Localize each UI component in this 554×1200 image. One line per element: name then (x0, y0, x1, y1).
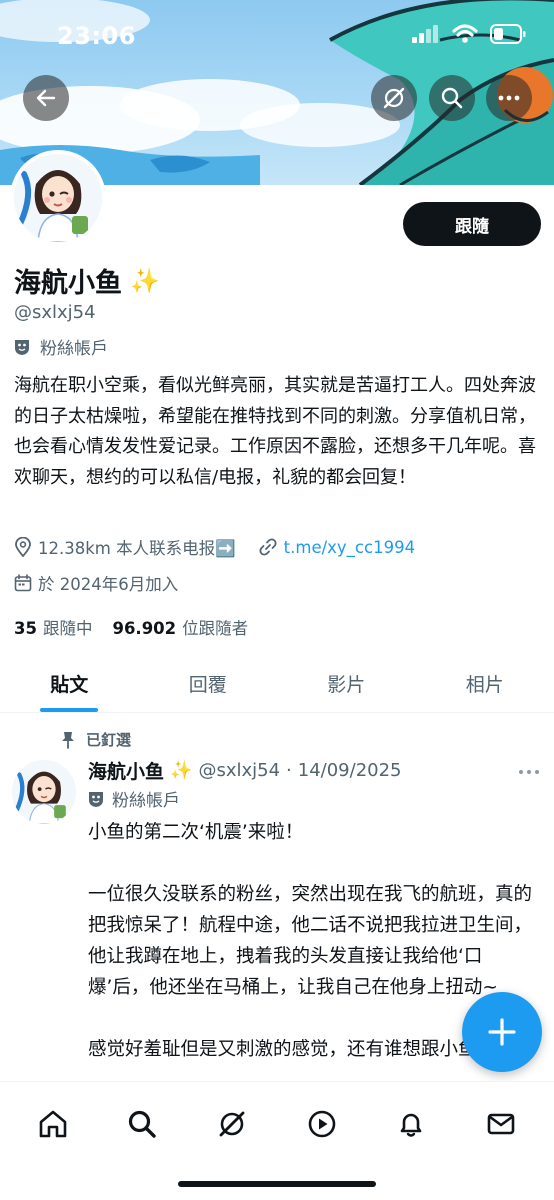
following-label: 跟隨中 (42, 619, 93, 638)
tab-photos[interactable]: 相片 (416, 655, 554, 712)
location-text: 12.38km 本人联系电报➡️ (38, 539, 236, 558)
link-icon (259, 538, 277, 556)
battery-icon (490, 24, 526, 44)
followers-label: 位跟隨者 (182, 619, 249, 638)
account-type-row: 粉絲帳戶 (14, 334, 108, 359)
mail-icon (487, 1113, 515, 1135)
more-horizontal-icon (498, 95, 520, 101)
follow-button[interactable]: 跟隨 (403, 202, 541, 246)
profile-bio: 海航在职小空乘，看似光鲜亮丽，其实就是苦逼打工人。四处奔波的日子太枯燥啦，希望能… (14, 375, 536, 488)
back-button[interactable] (23, 75, 69, 121)
website-link[interactable]: t.me/xy_cc1994 (284, 538, 415, 557)
grok-button[interactable] (371, 75, 417, 121)
tab-videos[interactable]: 影片 (277, 655, 416, 712)
tab-posts[interactable]: 貼文 (0, 655, 139, 712)
pin-icon (62, 731, 74, 749)
bell-icon (401, 1113, 422, 1137)
post-paragraph: 一位很久没联系的粉丝，突然出现在我飞的航班，真的把我惊呆了！航程中途，他二话不说… (88, 884, 533, 998)
post-author-handle: @sxlxj54 (198, 760, 281, 781)
tab-replies[interactable]: 回覆 (139, 655, 278, 712)
website-item[interactable]: t.me/xy_cc1994 (258, 537, 415, 557)
status-icons (412, 24, 526, 44)
display-name: 海航小鱼 (14, 268, 122, 299)
pinned-indicator: 已釘選 (60, 729, 131, 750)
nav-messages[interactable] (477, 1100, 525, 1148)
post-author-name[interactable]: 海航小鱼 (88, 757, 164, 784)
avatar-illustration (14, 154, 102, 242)
nav-home[interactable] (29, 1100, 77, 1148)
following-count: 35 (14, 619, 37, 638)
play-circle-icon (308, 1110, 336, 1138)
home-indicator (178, 1181, 376, 1187)
post-header: 海航小鱼 ✨ @sxlxj54 · 14/09/2025 (88, 757, 402, 784)
compose-button[interactable] (462, 992, 542, 1072)
tab-posts-label: 貼文 (50, 674, 89, 696)
post-author-avatar[interactable] (12, 760, 76, 824)
nav-explore[interactable] (118, 1100, 166, 1148)
active-tab-indicator (40, 708, 99, 712)
post-date[interactable]: 14/09/2025 (298, 760, 402, 781)
calendar-icon (14, 574, 32, 592)
nav-videos[interactable] (298, 1100, 346, 1148)
fan-account-icon (89, 791, 103, 807)
more-horizontal-icon (519, 770, 539, 774)
home-icon (39, 1110, 67, 1138)
location-pin-icon (15, 537, 31, 557)
account-type-label: 粉絲帳戶 (40, 339, 108, 359)
post-account-type-row: 粉絲帳戶 (88, 786, 180, 811)
sparkle-emoji: ✨ (130, 266, 160, 295)
profile-meta-row: 12.38km 本人联系电报➡️ t.me/xy_cc1994 (14, 535, 437, 559)
signal-icon (412, 25, 438, 43)
followers-count: 96.902 (112, 619, 177, 638)
post-sparkle-emoji: ✨ (170, 760, 193, 781)
join-date-text: 於 2024年6月加入 (38, 575, 179, 594)
post-separator: · (286, 760, 292, 781)
fan-account-icon (15, 339, 29, 355)
location-item: 12.38km 本人联系电报➡️ (14, 535, 236, 559)
search-icon (129, 1110, 157, 1138)
tab-videos-label: 影片 (327, 674, 366, 696)
tab-photos-label: 相片 (465, 674, 504, 696)
more-options-button[interactable] (486, 75, 532, 121)
grok-icon (219, 1111, 245, 1137)
followers-stat[interactable]: 96.902 位跟隨者 (112, 615, 248, 639)
profile-name-row: 海航小鱼 ✨ (14, 261, 160, 300)
tab-replies-label: 回覆 (188, 674, 227, 696)
nav-grok[interactable] (208, 1100, 256, 1148)
nav-notifications[interactable] (387, 1100, 435, 1148)
post-account-type-label: 粉絲帳戶 (112, 791, 180, 811)
post-paragraph: 小鱼的第二次‘机震’来啦！ (88, 822, 304, 843)
pinned-label: 已釘選 (86, 731, 132, 749)
bottom-navigation (0, 1081, 554, 1200)
status-time: 23:06 (57, 22, 136, 50)
wifi-icon (452, 24, 478, 43)
profile-avatar[interactable] (10, 150, 106, 246)
post-avatar-illustration (12, 760, 76, 824)
follow-stats: 35 跟隨中 96.902 位跟隨者 (14, 615, 248, 639)
post-more-button[interactable] (518, 760, 540, 779)
grok-icon (383, 87, 405, 109)
join-date-row: 於 2024年6月加入 (14, 571, 178, 595)
following-stat[interactable]: 35 跟隨中 (14, 615, 92, 639)
profile-tabs: 貼文 回覆 影片 相片 (0, 655, 554, 713)
search-icon (441, 87, 463, 109)
search-button[interactable] (429, 75, 475, 121)
profile-handle: @sxlxj54 (14, 302, 96, 323)
arrow-left-icon (36, 89, 56, 107)
plus-icon (488, 1018, 516, 1046)
